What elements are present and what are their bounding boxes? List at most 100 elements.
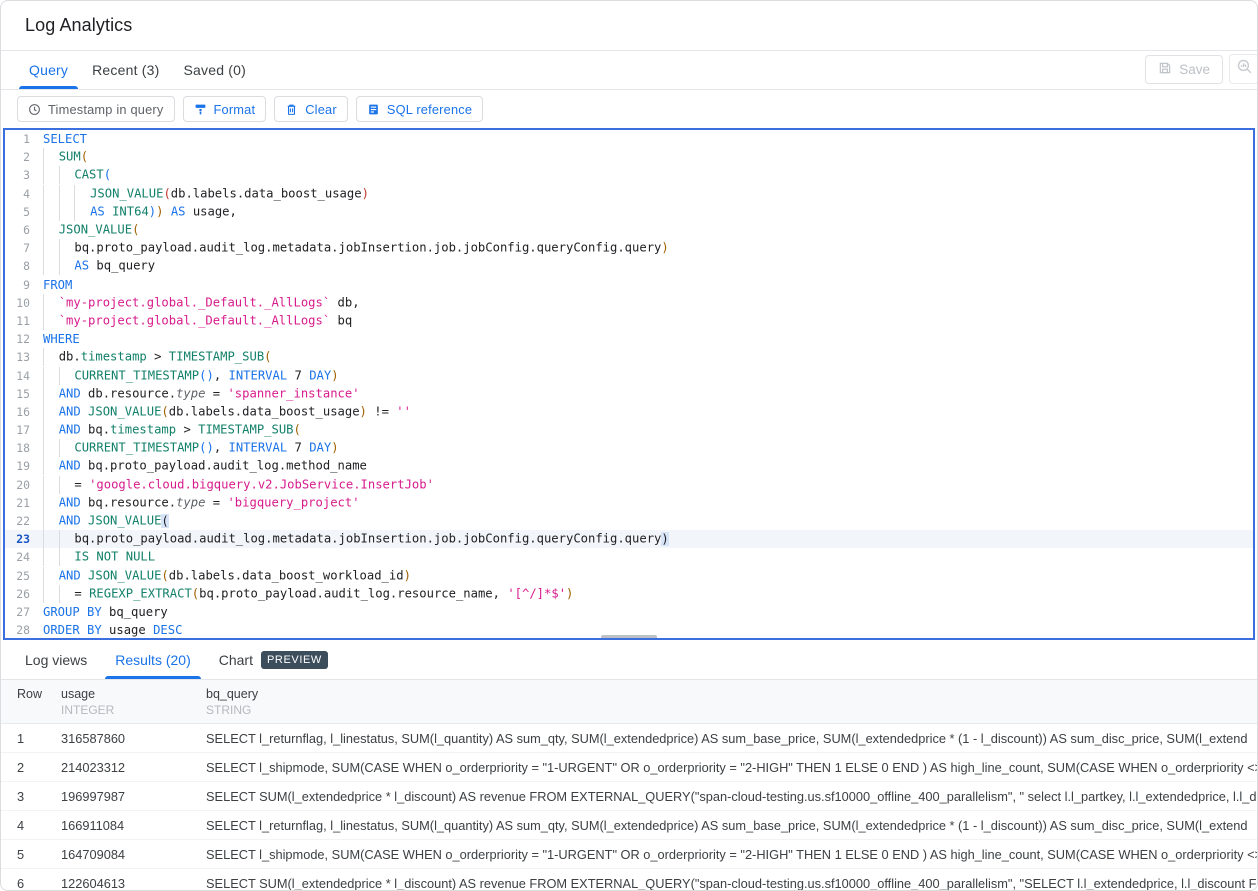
sql-reference-button[interactable]: SQL reference [356,96,483,122]
code-token: ( [161,514,168,528]
code-text: CURRENT_TIMESTAMP(), INTERVAL 7 DAY) [37,439,339,457]
code-token: ( [163,186,170,200]
code-text: bq.proto_payload.audit_log.metadata.jobI… [37,530,669,548]
code-line[interactable]: 3 CAST( [5,166,1253,184]
code-line[interactable]: 9FROM [5,276,1253,294]
header-actions: Save [1145,54,1241,89]
code-line[interactable]: 2 SUM( [5,148,1253,166]
table-row[interactable]: 2214023312SELECT l_shipmode, SUM(CASE WH… [1,753,1257,782]
page-title: Log Analytics [25,15,132,36]
code-token: INT64 [112,204,149,218]
indent-guide [74,203,90,221]
tab-query[interactable]: Query [17,51,80,89]
column-header-row: Row [1,687,61,701]
timestamp-in-query-button[interactable]: Timestamp in query [17,96,175,122]
code-token: JSON_VALUE [88,404,161,418]
code-line[interactable]: 18 CURRENT_TIMESTAMP(), INTERVAL 7 DAY) [5,439,1253,457]
code-token: ORDER BY [43,623,102,637]
code-line[interactable]: 24 IS NOT NULL [5,548,1253,566]
code-line[interactable]: 8 AS bq_query [5,257,1253,275]
query-insights-button[interactable] [1229,54,1258,84]
code-token: () [199,368,214,382]
column-header-usage-label: usage [61,687,206,701]
code-line[interactable]: 19 AND bq.proto_payload.audit_log.method… [5,457,1253,475]
code-token: TIMESTAMP_SUB [169,350,264,364]
column-header-bq-query-type: STRING [206,703,1257,717]
indent-guide [43,530,59,548]
tab-saved[interactable]: Saved (0) [171,51,258,89]
code-text: AND JSON_VALUE( [37,512,169,530]
query-toolbar: Timestamp in query Format Clear SQL referen… [1,90,1257,128]
code-line[interactable]: 22 AND JSON_VALUE( [5,512,1253,530]
indent-guide [43,294,59,312]
code-token: 7 [287,368,309,382]
code-line[interactable]: 23 bq.proto_payload.audit_log.metadata.j… [5,530,1253,548]
line-number: 14 [5,369,37,383]
table-row[interactable]: 4166911084SELECT l_returnflag, l_linesta… [1,811,1257,840]
code-line[interactable]: 11 `my-project.global._Default._AllLogs`… [5,312,1253,330]
code-line[interactable]: 14 CURRENT_TIMESTAMP(), INTERVAL 7 DAY) [5,366,1253,384]
table-row[interactable]: 6122604613SELECT SUM(l_extendedprice * l… [1,869,1257,890]
code-text: bq.proto_payload.audit_log.metadata.jobI… [37,239,669,257]
code-line[interactable]: 4 JSON_VALUE(db.labels.data_boost_usage) [5,185,1253,203]
code-line[interactable]: 26 = REGEXP_EXTRACT(bq.proto_payload.aud… [5,585,1253,603]
sql-editor-content[interactable]: 1SELECT2 SUM(3 CAST(4 JSON_VALUE(db.labe… [5,130,1253,638]
code-line[interactable]: 25 AND JSON_VALUE(db.labels.data_boost_w… [5,567,1253,585]
indent-guide [59,530,75,548]
code-token: AS [90,204,105,218]
code-token: CURRENT_TIMESTAMP [74,368,199,382]
results-tab-log[interactable]: Log views [11,640,101,679]
code-token: AND [59,423,81,437]
code-line[interactable]: 16 AND JSON_VALUE(db.labels.data_boost_u… [5,403,1253,421]
code-line[interactable]: 21 AND bq.resource.type = 'bigquery_proj… [5,494,1253,512]
results-tab-label: Results (20) [115,652,190,668]
line-number: 24 [5,550,37,564]
line-number: 11 [5,314,37,328]
column-header-bq-query-label: bq_query [206,687,1257,701]
code-line[interactable]: 6 JSON_VALUE( [5,221,1253,239]
format-button[interactable]: Format [183,96,267,122]
table-row[interactable]: 1316587860SELECT l_returnflag, l_linesta… [1,724,1257,753]
code-token: , [214,441,229,455]
code-text: AND bq.timestamp > TIMESTAMP_SUB( [37,421,301,439]
code-token: > [147,350,169,364]
indent-guide [43,239,59,257]
code-token: timestamp [81,350,147,364]
code-token [163,204,170,218]
sql-editor[interactable]: 1SELECT2 SUM(3 CAST(4 JSON_VALUE(db.labe… [3,128,1255,640]
save-button[interactable]: Save [1145,55,1223,84]
code-line[interactable]: 1SELECT [5,130,1253,148]
preview-badge: PREVIEW [261,651,328,669]
indent-guide [59,439,75,457]
results-tab-results[interactable]: Results (20) [101,640,204,679]
code-token: bq_query [102,605,168,619]
code-token [81,514,88,528]
clear-button[interactable]: Clear [274,96,348,122]
line-number: 16 [5,405,37,419]
code-line[interactable]: 17 AND bq.timestamp > TIMESTAMP_SUB( [5,421,1253,439]
code-text: AND bq.resource.type = 'bigquery_project… [37,494,360,512]
editor-resize-handle[interactable] [601,635,657,640]
code-line[interactable]: 13 db.timestamp > TIMESTAMP_SUB( [5,348,1253,366]
code-line[interactable]: 20 = 'google.cloud.bigquery.v2.JobServic… [5,476,1253,494]
document-icon [367,103,380,116]
code-line[interactable]: 5 AS INT64)) AS usage, [5,203,1253,221]
table-row[interactable]: 5164709084SELECT l_shipmode, SUM(CASE WH… [1,840,1257,869]
code-line[interactable]: 7 bq.proto_payload.audit_log.metadata.jo… [5,239,1253,257]
indent-guide [43,494,59,512]
results-tab-chart[interactable]: ChartPREVIEW [205,640,342,679]
indent-guide [59,239,75,257]
code-text: `my-project.global._Default._AllLogs` bq [37,312,352,330]
tab-recent[interactable]: Recent (3) [80,51,171,89]
indent-guide [59,476,75,494]
cell-bq-query: SELECT l_returnflag, l_linestatus, SUM(l… [206,818,1257,833]
code-line[interactable]: 27GROUP BY bq_query [5,603,1253,621]
code-line[interactable]: 12WHERE [5,330,1253,348]
code-token: ( [81,150,88,164]
table-row[interactable]: 3196997987SELECT SUM(l_extendedprice * l… [1,782,1257,811]
code-line[interactable]: 15 AND db.resource.type = 'spanner_insta… [5,385,1253,403]
results-panel: Log views Results (20) ChartPREVIEW Row us… [1,640,1257,890]
query-insights-icon [1236,58,1253,80]
code-line[interactable]: 10 `my-project.global._Default._AllLogs`… [5,294,1253,312]
cell-usage: 122604613 [61,876,206,891]
